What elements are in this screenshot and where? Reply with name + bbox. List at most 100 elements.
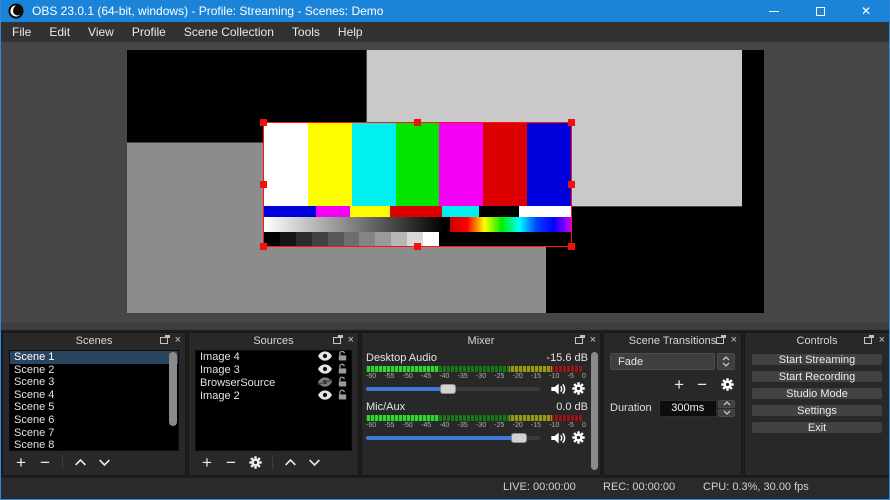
scene-list-item[interactable]: Scene 1: [10, 351, 178, 364]
start-streaming-button[interactable]: Start Streaming: [751, 353, 883, 366]
menu-tools[interactable]: Tools: [283, 22, 329, 42]
chevron-down-icon: [98, 458, 111, 467]
scene-list-item[interactable]: Scene 2: [10, 364, 178, 377]
close-icon[interactable]: ×: [175, 333, 181, 348]
close-button[interactable]: ✕: [843, 0, 889, 22]
castellation-cell: [390, 206, 442, 217]
castellation-cell: [316, 206, 350, 217]
studio-mode-button[interactable]: Studio Mode: [751, 387, 883, 400]
scenes-scrollbar[interactable]: [169, 352, 177, 426]
scene-down-button[interactable]: [92, 458, 116, 467]
close-icon[interactable]: ×: [879, 333, 885, 348]
menu-profile[interactable]: Profile: [123, 22, 175, 42]
exit-button[interactable]: Exit: [751, 421, 883, 434]
mixer-panel: Mixer × Desktop Audio -15.6 dB -60-55-50…: [361, 332, 601, 476]
close-icon[interactable]: ×: [348, 333, 354, 348]
selection-handle-bc[interactable]: [414, 243, 421, 250]
transition-select-spinner[interactable]: [717, 353, 735, 370]
rec-time: REC: 00:00:00: [603, 481, 675, 493]
scene-up-button[interactable]: [68, 458, 92, 467]
start-recording-button[interactable]: Start Recording: [751, 370, 883, 383]
scene-list-item[interactable]: Scene 7: [10, 427, 178, 440]
black-strip-right[interactable]: [742, 50, 764, 207]
selection-handle-tc[interactable]: [414, 119, 421, 126]
color-bar: [352, 123, 396, 206]
selection-handle-tr[interactable]: [568, 119, 575, 126]
speaker-icon[interactable]: [548, 431, 568, 445]
menu-edit[interactable]: Edit: [40, 22, 79, 42]
transitions-panel-header[interactable]: Scene Transitions ×: [604, 333, 741, 348]
gear-icon[interactable]: [568, 430, 588, 445]
add-source-button[interactable]: +: [195, 454, 219, 471]
duration-down-button[interactable]: [718, 409, 735, 417]
popout-icon[interactable]: [160, 337, 168, 344]
selection-handle-br[interactable]: [568, 243, 575, 250]
menu-file[interactable]: File: [3, 22, 40, 42]
transition-select[interactable]: Fade: [610, 353, 715, 370]
toolbar-separator: [62, 455, 63, 469]
menu-help[interactable]: Help: [329, 22, 372, 42]
scene-list-item[interactable]: Scene 6: [10, 414, 178, 427]
scene-canvas[interactable]: [127, 50, 764, 313]
selected-source-color-bars[interactable]: [263, 122, 572, 247]
mixer-scrollbar[interactable]: [591, 352, 598, 470]
selection-handle-tl[interactable]: [260, 119, 267, 126]
source-down-button[interactable]: [302, 458, 326, 467]
remove-source-button[interactable]: −: [219, 454, 243, 471]
selection-handle-bl[interactable]: [260, 243, 267, 250]
slider-handle[interactable]: [440, 384, 456, 394]
sources-panel-title: Sources: [253, 335, 293, 347]
sources-panel-header[interactable]: Sources ×: [189, 333, 358, 348]
popout-icon[interactable]: [333, 337, 341, 344]
remove-transition-button[interactable]: −: [697, 376, 707, 393]
menu-view[interactable]: View: [79, 22, 123, 42]
volume-meter: [366, 415, 582, 421]
mixer-panel-header[interactable]: Mixer ×: [362, 333, 600, 348]
preview-area[interactable]: [1, 42, 889, 330]
duration-up-button[interactable]: [718, 400, 735, 408]
source-list: Image 4Image 3BrowserSourceImage 2: [196, 351, 351, 403]
slider-handle[interactable]: [511, 433, 527, 443]
channel-name: Desktop Audio: [366, 352, 437, 364]
scene-list: Scene 1Scene 2Scene 3Scene 4Scene 5Scene…: [10, 351, 178, 451]
steps-black-cell: [439, 232, 571, 246]
add-transition-button[interactable]: +: [674, 376, 684, 393]
controls-panel-header[interactable]: Controls ×: [745, 333, 889, 348]
speaker-icon[interactable]: [548, 382, 568, 396]
volume-slider[interactable]: [366, 436, 540, 440]
minimize-button[interactable]: [751, 0, 797, 22]
gear-icon[interactable]: [568, 381, 588, 396]
selection-handle-ml[interactable]: [260, 181, 267, 188]
add-scene-button[interactable]: +: [9, 454, 33, 471]
transition-properties-button[interactable]: [720, 377, 735, 392]
color-bar: [396, 123, 440, 206]
source-up-button[interactable]: [278, 458, 302, 467]
settings-button[interactable]: Settings: [751, 404, 883, 417]
popout-icon[interactable]: [716, 337, 724, 344]
duration-input[interactable]: 300ms: [659, 400, 717, 417]
close-icon[interactable]: ×: [731, 333, 737, 348]
scene-list-item[interactable]: Scene 8: [10, 439, 178, 451]
scene-list-item[interactable]: Scene 5: [10, 401, 178, 414]
selection-handle-mr[interactable]: [568, 181, 575, 188]
visibility-toggle[interactable]: [318, 390, 332, 404]
mixer-channel-mic-aux: Mic/Aux 0.0 dB -60-55-50-45-40-35-30-25-…: [366, 401, 588, 444]
source-listbox[interactable]: Image 4Image 3BrowserSourceImage 2: [195, 350, 352, 451]
volume-slider[interactable]: [366, 387, 540, 391]
popout-icon[interactable]: [575, 337, 583, 344]
source-list-item[interactable]: Image 2: [196, 390, 351, 403]
popout-icon[interactable]: [864, 337, 872, 344]
lock-toggle[interactable]: [337, 389, 348, 405]
close-icon[interactable]: ×: [590, 333, 596, 348]
menu-scene-collection[interactable]: Scene Collection: [175, 22, 283, 42]
scene-listbox[interactable]: Scene 1Scene 2Scene 3Scene 4Scene 5Scene…: [9, 350, 179, 451]
source-properties-button[interactable]: [243, 455, 267, 470]
remove-scene-button[interactable]: −: [33, 454, 57, 471]
black-rect-bottom-right[interactable]: [546, 207, 764, 313]
titlebar[interactable]: OBS 23.0.1 (64-bit, windows) - Profile: …: [1, 0, 889, 22]
gray-step: [359, 232, 375, 246]
scene-list-item[interactable]: Scene 3: [10, 376, 178, 389]
maximize-button[interactable]: [797, 0, 843, 22]
scene-list-item[interactable]: Scene 4: [10, 389, 178, 402]
scenes-panel-header[interactable]: Scenes ×: [3, 333, 185, 348]
